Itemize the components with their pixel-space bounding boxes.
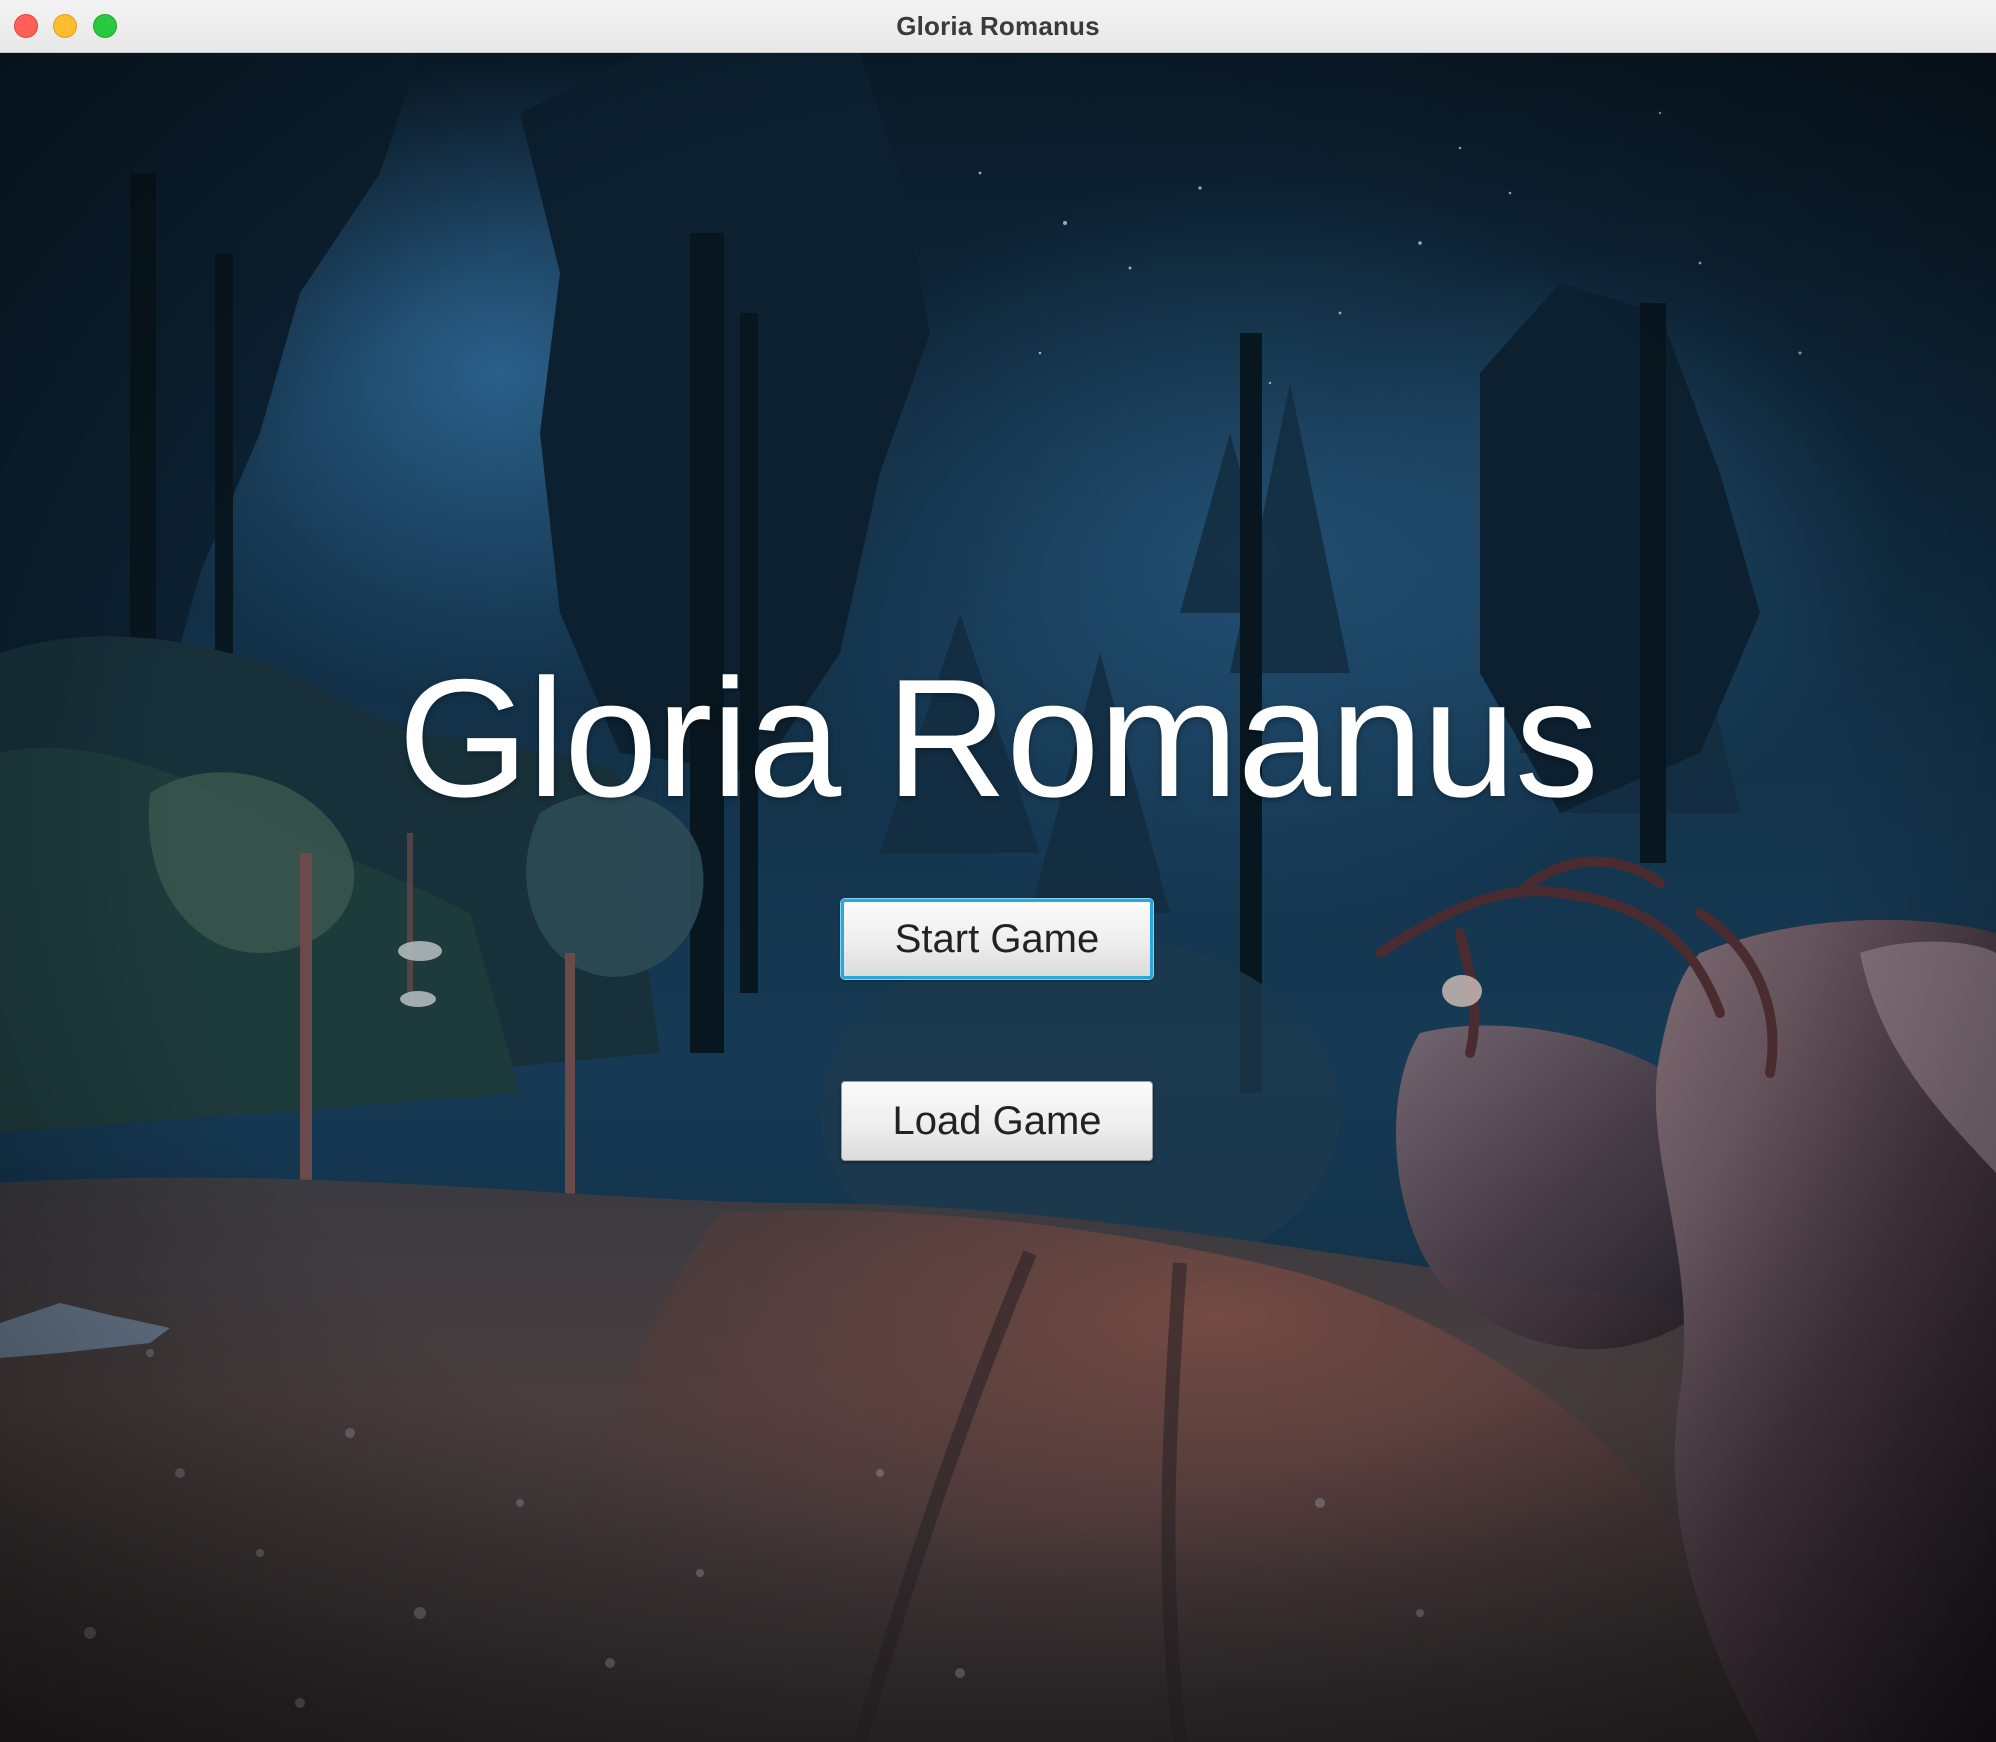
background-scene: Gloria Romanus <box>0 53 1996 1742</box>
game-title: Gloria Romanus <box>398 644 1599 832</box>
start-game-button[interactable]: Start Game <box>841 899 1153 979</box>
title-bar[interactable]: Gloria Romanus <box>0 0 1996 53</box>
night-forest-path-image <box>0 53 1996 1742</box>
load-game-button[interactable]: Load Game <box>841 1081 1153 1161</box>
window-title: Gloria Romanus <box>896 11 1100 41</box>
app-window: Gloria Romanus Gloria Romanus Start Game… <box>0 0 1996 1742</box>
